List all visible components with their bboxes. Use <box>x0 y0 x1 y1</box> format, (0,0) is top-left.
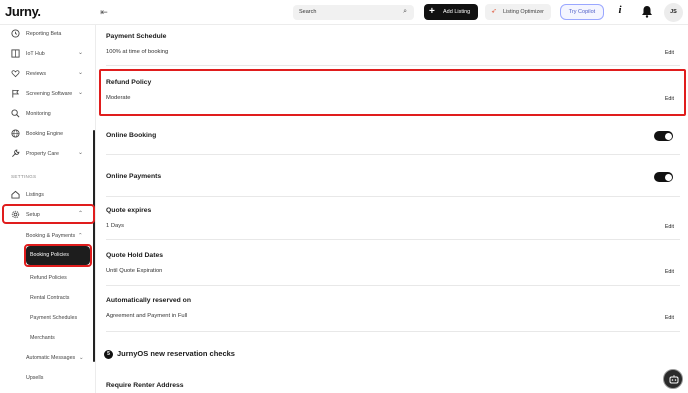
flag-icon <box>12 89 20 98</box>
sidebar-item-label: IoT Hub <box>26 51 45 57</box>
chevron-down-icon: ⌄ <box>78 90 84 96</box>
search-placeholder: Search <box>299 9 317 15</box>
checks-title: JurnyOS new reservation checks <box>117 349 235 358</box>
checks-count-badge: 5 <box>104 350 113 359</box>
row-value: Agreement and Payment in Full <box>106 313 188 319</box>
globe-icon <box>11 129 20 138</box>
online-booking-toggle[interactable] <box>654 131 673 141</box>
sidebar-item-label: Refund Policies <box>30 275 67 281</box>
sidebar-item-booking-engine[interactable]: Booking Engine <box>0 126 93 142</box>
plus-icon: + <box>429 6 435 17</box>
listing-optimizer-button[interactable]: ➶ Listing Optimizer <box>485 4 551 20</box>
user-avatar[interactable]: JS <box>664 3 683 22</box>
edit-auto-reserved-link[interactable]: Edit <box>665 315 674 321</box>
search-icon <box>11 109 20 118</box>
chevron-down-icon: ⌄ <box>78 150 84 156</box>
main-content: Payment Schedule 100% at time of booking… <box>96 25 688 393</box>
row-title: Online Payments <box>106 173 162 180</box>
sidebar-item-property-care[interactable]: Property Care ⌄ <box>0 146 93 162</box>
payment-schedule-row: Payment Schedule 100% at time of booking… <box>106 25 680 66</box>
settings-heading: SETTINGS <box>11 174 37 179</box>
sidebar-item-label: Booking & Payments <box>26 233 76 239</box>
wrench-icon <box>12 149 20 157</box>
sidebar-item-label: Upsells <box>26 375 44 381</box>
sidebar-item-label: Payment Schedules <box>30 315 78 321</box>
auto-reserved-row: Automatically reserved on Agreement and … <box>106 286 680 332</box>
search-input[interactable]: Search ⌕ <box>293 5 414 20</box>
refund-policy-highlight-box <box>99 69 686 116</box>
listing-optimizer-label: Listing Optimizer <box>503 9 544 15</box>
row-value: 1 Days <box>106 223 125 229</box>
require-address-title: Require Renter Address <box>106 382 184 389</box>
sidebar-item-monitoring[interactable]: Monitoring <box>0 106 93 122</box>
try-copilot-label: Try Copilot <box>568 9 596 15</box>
chat-assistant-button[interactable] <box>663 369 683 389</box>
quote-hold-dates-row: Quote Hold Dates Until Quote Expiration … <box>106 240 680 286</box>
home-icon <box>11 190 20 199</box>
heart-icon <box>11 70 20 78</box>
online-booking-row: Online Booking <box>106 117 680 155</box>
row-title: Payment Schedule <box>106 33 167 40</box>
chevron-down-icon: ⌄ <box>79 355 84 361</box>
row-value: 100% at time of booking <box>106 49 169 55</box>
sidebar-item-label: Automatic Messages <box>26 355 76 361</box>
try-copilot-button[interactable]: Try Copilot <box>560 4 604 20</box>
rocket-icon: ➶ <box>491 8 497 15</box>
sidebar-item-booking-payments[interactable]: Booking & Payments ⌃ <box>26 229 106 243</box>
sidebar-item-reviews[interactable]: Reviews ⌄ <box>0 66 93 82</box>
online-payments-row: Online Payments <box>106 155 680 197</box>
edit-payment-schedule-link[interactable]: Edit <box>665 50 674 56</box>
sidebar-item-label: Booking Engine <box>26 131 64 137</box>
robot-icon <box>669 375 679 384</box>
edit-quote-expires-link[interactable]: Edit <box>665 224 674 230</box>
chevron-up-icon: ⌃ <box>78 233 83 239</box>
setup-highlight-box <box>2 204 95 224</box>
info-icon[interactable]: i <box>615 4 625 20</box>
sidebar-item-iot-hub[interactable]: IoT Hub ⌄ <box>0 46 93 62</box>
sidebar-item-listings[interactable]: Listings <box>0 187 93 203</box>
sidebar-item-label: Reporting Beta <box>26 31 62 37</box>
grid-icon <box>11 49 20 58</box>
row-title: Automatically reserved on <box>106 297 191 304</box>
add-listing-label: Add Listing <box>443 9 471 15</box>
jurny-logo[interactable]: Jurny. <box>5 4 41 19</box>
sidebar-item-screening-software[interactable]: Screening Software ⌄ <box>0 86 93 102</box>
add-listing-button[interactable]: + Add Listing <box>424 4 478 20</box>
sidebar-item-label: Screening Software <box>26 91 73 97</box>
sidebar-item-label: Merchants <box>30 335 55 341</box>
sidebar-item-label: Monitoring <box>26 111 51 117</box>
sidebar-item-upsells[interactable]: Upsells <box>26 371 106 385</box>
clock-icon <box>11 29 20 38</box>
online-payments-toggle[interactable] <box>654 172 673 182</box>
top-bar: Jurny. ⇤ Search ⌕ + Add Listing ➶ Listin… <box>0 0 688 25</box>
quote-expires-row: Quote expires 1 Days Edit <box>106 197 680 240</box>
edit-quote-hold-link[interactable]: Edit <box>665 269 674 275</box>
sidebar-item-automatic-messages[interactable]: Automatic Messages ⌄ <box>26 351 106 365</box>
chevron-down-icon: ⌄ <box>78 50 84 56</box>
chevron-down-icon: ⌄ <box>78 70 84 76</box>
sidebar-item-label: Listings <box>26 192 44 198</box>
sidebar-item-reporting[interactable]: Reporting Beta <box>0 26 93 42</box>
sidebar-scrollbar[interactable] <box>93 130 95 362</box>
bell-icon[interactable] <box>641 5 653 18</box>
search-icon: ⌕ <box>403 8 407 15</box>
row-title: Quote Hold Dates <box>106 252 164 259</box>
row-title: Quote expires <box>106 207 152 214</box>
booking-policies-highlight-box <box>24 244 92 267</box>
row-title: Online Booking <box>106 132 157 139</box>
sidebar-item-label: Property Care <box>26 151 59 157</box>
row-value: Until Quote Expiration <box>106 268 163 274</box>
sidebar-item-label: Rental Contracts <box>30 295 70 301</box>
sidebar-item-label: Reviews <box>26 71 47 77</box>
collapse-sidebar-icon[interactable]: ⇤ <box>98 7 110 18</box>
